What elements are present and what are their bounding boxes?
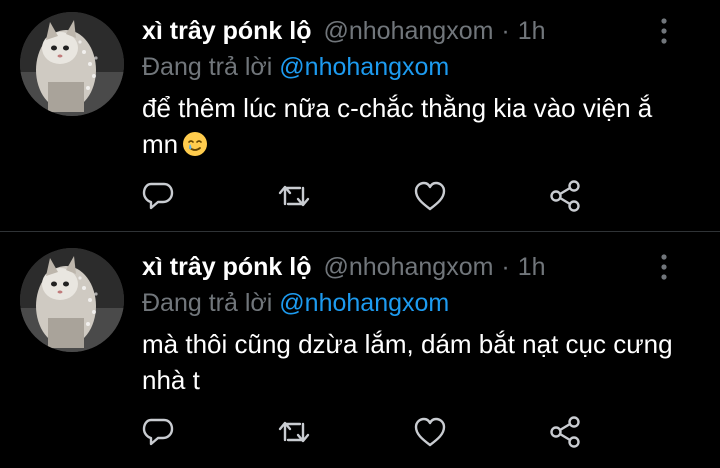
avatar[interactable]	[20, 12, 124, 116]
tweet-text-content: mà thôi cũng dzừa lắm, dám bắt nạt cục c…	[142, 329, 673, 395]
mention-link[interactable]: @nhohangxom	[279, 53, 449, 81]
username[interactable]: @nhohangxom	[323, 250, 493, 284]
retweet-icon[interactable]	[276, 414, 312, 450]
username[interactable]: @nhohangxom	[323, 14, 493, 48]
tweet-actions	[140, 414, 600, 450]
tweet-header: xì trây pónk lộ @nhohangxom · 1h	[142, 14, 546, 48]
tweet-text-content: để thêm lúc nữa c-chắc thằng kia vào việ…	[142, 93, 653, 159]
tweet-text: mà thôi cũng dzừa lắm, dám bắt nạt cục c…	[142, 326, 682, 398]
like-icon[interactable]	[412, 414, 448, 450]
tweet-text: để thêm lúc nữa c-chắc thằng kia vào việ…	[142, 90, 682, 162]
separator-dot: ·	[501, 253, 510, 281]
smiling-face-with-tear-icon	[182, 130, 208, 156]
display-name[interactable]: xì trây pónk lộ	[142, 14, 311, 48]
timestamp[interactable]: 1h	[518, 250, 546, 284]
avatar[interactable]	[20, 248, 124, 352]
more-options-icon[interactable]	[652, 252, 676, 282]
mention-link[interactable]: @nhohangxom	[279, 289, 449, 317]
timeline: xì trây pónk lộ @nhohangxom · 1h Đang tr…	[0, 0, 720, 456]
tweet-header: xì trây pónk lộ @nhohangxom · 1h	[142, 250, 546, 284]
tweet-divider	[0, 231, 720, 232]
tweet[interactable]: xì trây pónk lộ @nhohangxom · 1h Đang tr…	[0, 236, 720, 468]
replying-to: Đang trả lời @nhohangxom	[142, 50, 449, 84]
replying-to-label: Đang trả lời	[142, 289, 273, 317]
retweet-icon[interactable]	[276, 178, 312, 214]
display-name[interactable]: xì trây pónk lộ	[142, 250, 311, 284]
tweet-actions	[140, 178, 600, 214]
reply-icon[interactable]	[140, 178, 176, 214]
replying-to: Đang trả lời @nhohangxom	[142, 286, 449, 320]
timestamp[interactable]: 1h	[518, 14, 546, 48]
share-icon[interactable]	[548, 414, 584, 450]
tweet[interactable]: xì trây pónk lộ @nhohangxom · 1h Đang tr…	[0, 0, 720, 232]
like-icon[interactable]	[412, 178, 448, 214]
separator-dot: ·	[501, 17, 510, 45]
replying-to-label: Đang trả lời	[142, 53, 273, 81]
reply-icon[interactable]	[140, 414, 176, 450]
more-options-icon[interactable]	[652, 16, 676, 46]
share-icon[interactable]	[548, 178, 584, 214]
